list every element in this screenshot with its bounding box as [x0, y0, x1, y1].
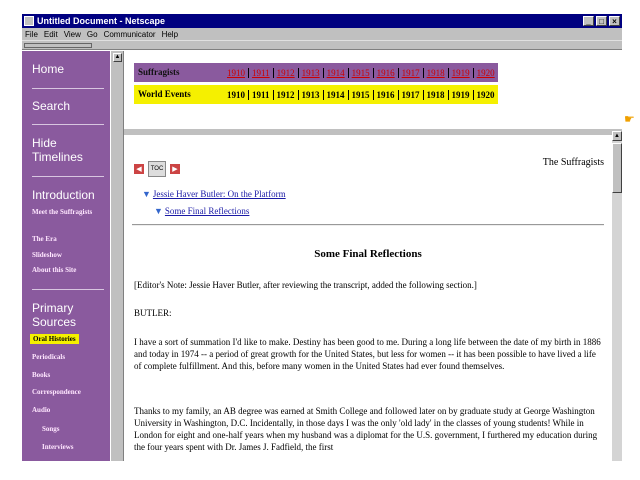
content-scrollbar[interactable]: ▲	[612, 131, 622, 461]
nav-periodicals[interactable]: Periodicals	[32, 353, 65, 361]
triangle-down-icon: ▼	[142, 189, 151, 199]
breadcrumb-current-label[interactable]: Some Final Reflections	[165, 206, 250, 216]
divider	[32, 289, 104, 290]
divider	[132, 224, 604, 226]
scroll-thumb[interactable]	[612, 143, 622, 193]
minimize-button[interactable]: _	[583, 16, 594, 26]
year-link[interactable]: 1914	[324, 89, 349, 100]
nav-audio[interactable]: Audio	[32, 406, 50, 414]
menu-go[interactable]: Go	[87, 30, 98, 39]
nav-slideshow[interactable]: Slideshow	[32, 251, 62, 259]
page-heading: Some Final Reflections	[314, 248, 422, 260]
sidebar-nav: Home Search Hide Timelines Introduction …	[22, 51, 110, 461]
year-link[interactable]: 1918	[424, 67, 449, 78]
paragraph: Thanks to my family, an AB degree was ea…	[134, 406, 598, 452]
nav-home[interactable]: Home	[22, 62, 64, 76]
page-nav: ◀ TOC ▶	[134, 161, 180, 177]
toc-button[interactable]: TOC	[148, 161, 166, 177]
year-link[interactable]: 1910	[224, 89, 249, 100]
nav-songs[interactable]: Songs	[42, 425, 60, 433]
toolbar-grip[interactable]	[24, 43, 92, 48]
timeline-label: Suffragists	[134, 63, 216, 82]
nav-introduction[interactable]: Introduction	[22, 188, 95, 202]
hand-pointer-icon: ☛	[624, 112, 635, 126]
paragraph: I have a sort of summation I'd like to m…	[134, 337, 601, 371]
nav-meet-suffragists[interactable]: Meet the Suffragists	[32, 208, 102, 216]
close-button[interactable]: ×	[609, 16, 620, 26]
year-link[interactable]: 1916	[374, 67, 399, 78]
menu-help[interactable]: Help	[162, 30, 178, 39]
year-link[interactable]: 1910	[224, 67, 249, 78]
scroll-up-arrow-icon[interactable]: ▲	[612, 131, 622, 141]
menubar: File Edit View Go Communicator Help	[22, 28, 622, 40]
year-link[interactable]: 1917	[399, 89, 424, 100]
nav-the-era[interactable]: The Era	[32, 235, 57, 243]
year-link[interactable]: 1916	[374, 89, 399, 100]
menu-communicator[interactable]: Communicator	[104, 30, 156, 39]
breadcrumb-parent-label[interactable]: Jessie Haver Butler: On the Platform	[153, 189, 286, 199]
window-title: Untitled Document - Netscape	[37, 16, 166, 26]
world-events-timeline: World Events 1910 1911 1912 1913 1914 19…	[134, 85, 498, 104]
menu-edit[interactable]: Edit	[44, 30, 58, 39]
year-link[interactable]: 1919	[449, 67, 474, 78]
year-link[interactable]: 1920	[474, 68, 498, 78]
speaker-label: BUTLER:	[134, 308, 172, 318]
year-link[interactable]: 1920	[474, 90, 498, 100]
nav-interviews[interactable]: Interviews	[42, 443, 74, 451]
year-link[interactable]: 1913	[299, 67, 324, 78]
divider	[32, 176, 104, 177]
section-title: The Suffragists	[542, 157, 604, 168]
year-link[interactable]: 1911	[249, 89, 274, 100]
year-link[interactable]: 1912	[274, 67, 299, 78]
menu-file[interactable]: File	[25, 30, 38, 39]
year-link[interactable]: 1915	[349, 89, 374, 100]
year-link[interactable]: 1911	[249, 67, 274, 78]
year-link[interactable]: 1918	[424, 89, 449, 100]
next-arrow-icon[interactable]: ▶	[170, 164, 180, 174]
menu-view[interactable]: View	[64, 30, 81, 39]
year-link[interactable]: 1914	[324, 67, 349, 78]
year-link[interactable]: 1912	[274, 89, 299, 100]
editor-note: [Editor's Note: Jessie Haver Butler, aft…	[134, 280, 477, 290]
year-link[interactable]: 1915	[349, 67, 374, 78]
window-titlebar: Untitled Document - Netscape _ □ ×	[22, 14, 622, 28]
scroll-up-arrow-icon[interactable]: ▲	[113, 53, 122, 62]
prev-arrow-icon[interactable]: ◀	[134, 164, 144, 174]
content-frame: ◀ TOC ▶ The Suffragists ▼ Jessie Haver Bu…	[124, 135, 612, 461]
nav-correspondence[interactable]: Correspondence	[32, 388, 81, 396]
nav-about-site[interactable]: About this Site	[32, 266, 76, 274]
divider	[32, 88, 104, 89]
nav-hide-timelines[interactable]: Hide Timelines	[22, 136, 102, 164]
year-link[interactable]: 1913	[299, 89, 324, 100]
nav-search[interactable]: Search	[22, 99, 70, 113]
suffragists-timeline: Suffragists 1910 1911 1912 1913 1914 191…	[134, 63, 498, 82]
timeline-years: 1910 1911 1912 1913 1914 1915 1916 1917 …	[216, 85, 498, 104]
nav-books[interactable]: Books	[32, 371, 50, 379]
nav-oral-histories[interactable]: Oral Histories	[30, 334, 79, 344]
maximize-button[interactable]: □	[596, 16, 607, 26]
sidebar-scrollbar[interactable]: ▲	[110, 51, 124, 461]
collapsed-toolbar[interactable]	[22, 40, 622, 50]
timeline-label: World Events	[134, 85, 216, 104]
breadcrumb-parent[interactable]: ▼ Jessie Haver Butler: On the Platform	[142, 189, 286, 199]
breadcrumb-current[interactable]: ▼ Some Final Reflections	[154, 206, 249, 216]
year-link[interactable]: 1917	[399, 67, 424, 78]
nav-primary-sources[interactable]: Primary Sources	[22, 301, 102, 329]
timeline-frame: Suffragists 1910 1911 1912 1913 1914 191…	[124, 51, 622, 129]
year-link[interactable]: 1919	[449, 89, 474, 100]
netscape-icon	[24, 16, 34, 26]
triangle-down-icon: ▼	[154, 206, 163, 216]
divider	[32, 124, 104, 125]
timeline-years: 1910 1911 1912 1913 1914 1915 1916 1917 …	[216, 63, 498, 82]
